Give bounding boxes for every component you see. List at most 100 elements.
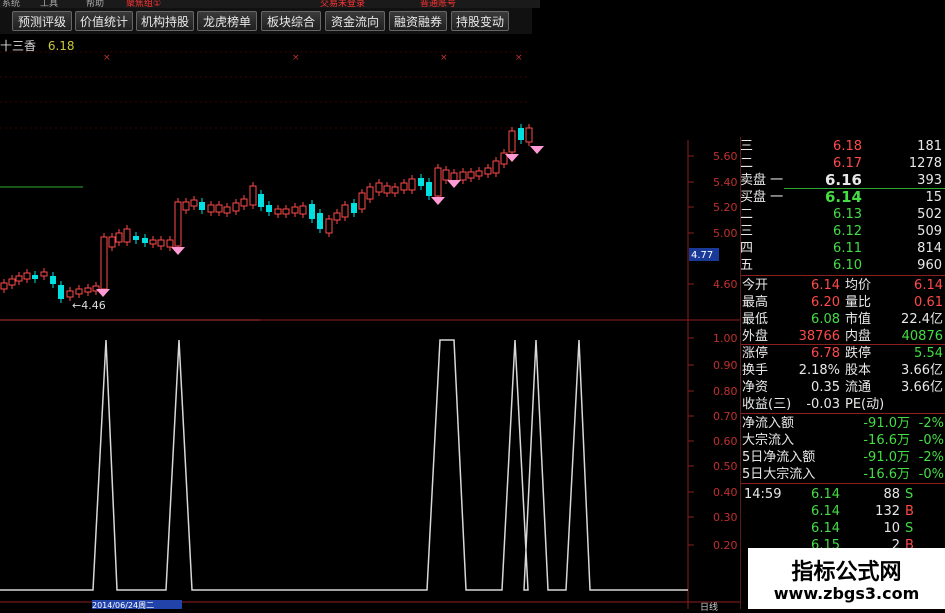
- candle-body: [266, 205, 272, 212]
- price-tick-label: 5.20: [713, 201, 738, 214]
- candle-body: [23, 272, 31, 280]
- panel-separator: [740, 275, 945, 276]
- osc-tick-label: 0.30: [713, 511, 738, 524]
- candle-body: [282, 208, 290, 215]
- order-price: 6.13: [833, 207, 862, 222]
- stat-value: 0.35: [811, 380, 840, 395]
- flow-value: -16.6万: [863, 433, 910, 448]
- order-level-label: 四: [740, 241, 754, 256]
- candle-body: [400, 182, 408, 191]
- candle-body: [249, 185, 257, 206]
- osc-tick-label: 0.70: [713, 410, 738, 423]
- stat-label: 内盘: [845, 329, 872, 344]
- candle-body: [232, 202, 240, 212]
- panel-row: 14:59 6.14 88 S: [740, 486, 945, 503]
- current-price-label: 4.77: [691, 250, 713, 261]
- candle-body: [123, 228, 131, 243]
- panel-row: 三 6.18 181: [740, 138, 945, 155]
- panel-row: 外盘 38766 内盘 40876: [740, 328, 945, 345]
- order-price: 6.10: [833, 258, 862, 273]
- order-volume: 502: [917, 207, 942, 222]
- candle-body: [450, 172, 458, 182]
- panel-row: 换手 2.18% 股本 3.66亿: [740, 362, 945, 379]
- tick-side: S: [905, 487, 914, 502]
- order-price: 6.17: [833, 156, 862, 171]
- candle-body: [199, 202, 205, 210]
- candle-body: [291, 206, 299, 214]
- osc-tick-label: 0.50: [713, 460, 738, 473]
- tick-side: S: [905, 521, 914, 536]
- order-level-label: 卖盘 一: [740, 173, 784, 188]
- panel-row: 涨停 6.78 跌停 5.54: [740, 345, 945, 362]
- candle-body: [333, 212, 341, 221]
- watermark: 指标公式网 www.zbgs3.com: [748, 548, 945, 609]
- candle-body: [84, 287, 92, 293]
- candle-body: [157, 239, 165, 247]
- stat-value: 5.54: [914, 346, 943, 361]
- order-level-label: 买盘 一: [740, 190, 784, 205]
- marker-x: ×: [515, 53, 523, 63]
- candle-body: [408, 178, 416, 191]
- candle-body: [299, 205, 307, 215]
- signal-arrow: [171, 247, 185, 255]
- tick-side: B: [905, 504, 914, 519]
- order-level-label: 三: [740, 139, 754, 154]
- price-tick-label: 5.00: [713, 227, 738, 240]
- candle-body: [182, 201, 190, 211]
- signal-arrow: [530, 146, 544, 154]
- order-level-label: 三: [740, 224, 754, 239]
- tick-price: 6.14: [811, 487, 840, 502]
- candle-body: [58, 285, 64, 299]
- watermark-title: 指标公式网: [791, 560, 902, 585]
- flow-pct: -0%: [918, 433, 944, 448]
- marker-x: ×: [103, 53, 111, 63]
- stat-value: 6.14: [811, 278, 840, 293]
- order-level-label: 二: [740, 156, 754, 171]
- order-price: 6.12: [833, 224, 862, 239]
- candle-body: [75, 288, 83, 295]
- oscillator-line: [0, 339, 688, 591]
- candle-body: [492, 160, 500, 174]
- low-price-label: ←4.46: [72, 299, 106, 312]
- order-price: 6.18: [833, 139, 862, 154]
- flow-pct: -0%: [918, 467, 944, 482]
- candle-body: [50, 276, 56, 284]
- stat-label: 股本: [845, 363, 872, 378]
- candle-body: [274, 208, 282, 215]
- stat-value: 6.14: [914, 278, 943, 293]
- candle-body: [484, 167, 492, 175]
- flow-label: 5日大宗流入: [742, 467, 816, 482]
- panel-row: 二 6.17 1278: [740, 155, 945, 172]
- candle-body: [459, 171, 467, 181]
- panel-row: 净流入额 -91.0万 -2%: [740, 415, 945, 432]
- candle-body: [223, 206, 231, 214]
- stat-label: 均价: [845, 278, 872, 293]
- stat-label: PE(动): [845, 397, 885, 412]
- candle-body: [467, 171, 475, 179]
- flow-value: -16.6万: [863, 467, 910, 482]
- stat-value: 3.66亿: [901, 363, 943, 378]
- order-volume: 15: [925, 190, 942, 205]
- panel-row: 四 6.11 814: [740, 240, 945, 257]
- candle-body: [434, 167, 442, 197]
- panel-row: 今开 6.14 均价 6.14: [740, 277, 945, 294]
- candle-body: [15, 275, 23, 282]
- candle-body: [383, 185, 391, 194]
- candle-body: [366, 186, 374, 200]
- candle-body: [40, 271, 48, 277]
- tick-volume: 88: [883, 487, 900, 502]
- stat-value: 22.4亿: [901, 312, 943, 327]
- panel-row: 6.14 132 B: [740, 503, 945, 520]
- signal-arrow: [447, 180, 461, 188]
- price-tick-label: 5.40: [713, 176, 738, 189]
- stat-value: 0.61: [914, 295, 943, 310]
- date-label: 2014/06/24周二: [92, 600, 182, 609]
- candle-body: [215, 204, 223, 213]
- chart-area[interactable]: × × × × 5.60 5.40 5.20 5.004.77 4.60 1.00 0.90 0.80…: [0, 0, 740, 609]
- watermark-url: www.zbgs3.com: [773, 584, 920, 603]
- candle-body: [32, 275, 38, 279]
- panel-row: 5日净流入额 -91.0万 -2%: [740, 449, 945, 466]
- flow-label: 5日净流入额: [742, 450, 816, 465]
- flow-value: -91.0万: [863, 416, 910, 431]
- flow-pct: -2%: [918, 450, 944, 465]
